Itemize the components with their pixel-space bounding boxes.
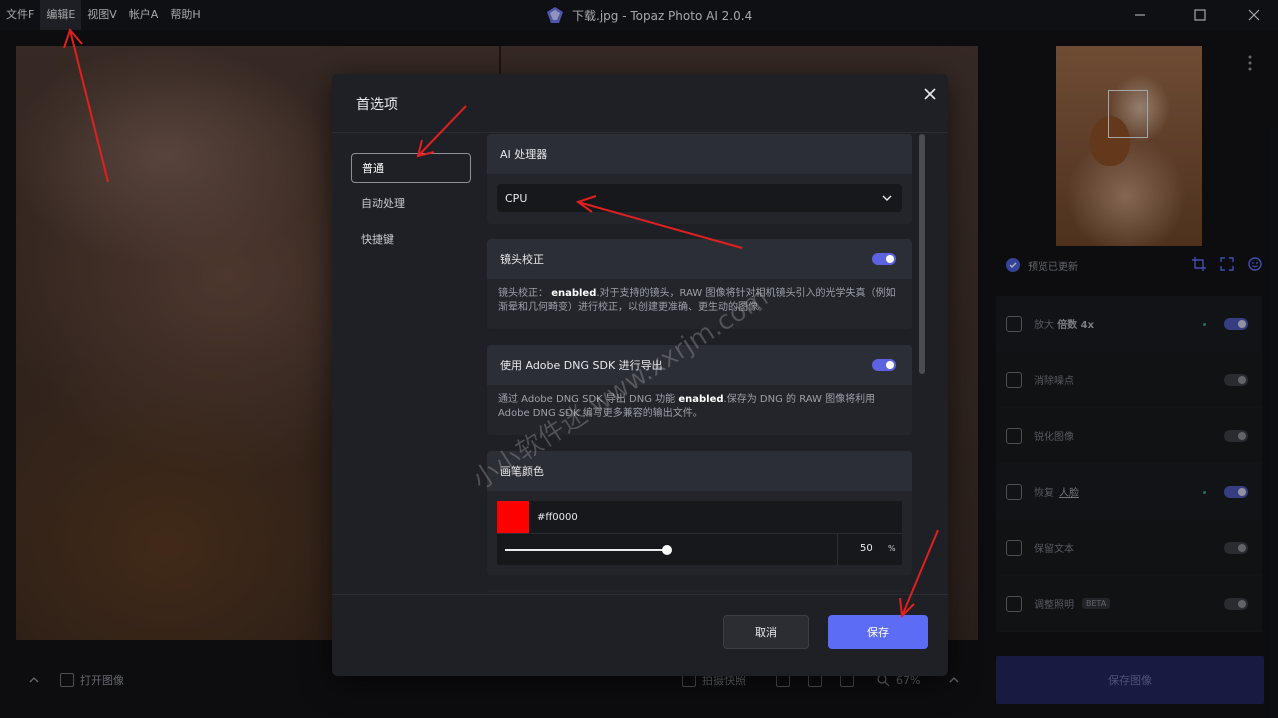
- dialog-title: 首选项: [356, 97, 398, 113]
- preferences-dialog: 首选项 普通 自动处理 快捷键 AI 处理器 CPU 镜头校正 镜头校正： en…: [332, 74, 948, 676]
- nav-shortcuts[interactable]: 快捷键: [351, 225, 471, 255]
- cancel-button[interactable]: 取消: [723, 615, 809, 649]
- ai-processor-select[interactable]: CPU: [497, 184, 902, 212]
- lens-correction-toggle[interactable]: [872, 253, 896, 265]
- slider-divider: [837, 534, 838, 566]
- lens-correction-card: 镜头校正 镜头校正： enabled.对于支持的镜头，RAW 图像将针对相机镜头…: [487, 239, 912, 329]
- nav-general[interactable]: 普通: [351, 153, 471, 183]
- brush-color-row: #ff0000: [497, 501, 902, 533]
- lens-correction-heading: 镜头校正: [500, 253, 544, 266]
- preferences-nav: 普通 自动处理 快捷键: [351, 153, 471, 261]
- lens-correction-description: 镜头校正： enabled.对于支持的镜头，RAW 图像将针对相机镜头引入的光学…: [487, 279, 912, 325]
- brush-color-hex[interactable]: #ff0000: [537, 512, 578, 523]
- preferences-content: AI 处理器 CPU 镜头校正 镜头校正： enabled.对于支持的镜头，RA…: [487, 132, 927, 592]
- brush-color-card: 画笔颜色 #ff0000 50 %: [487, 451, 912, 575]
- brush-opacity-row: 50 %: [497, 533, 902, 566]
- ai-processor-card: AI 处理器 CPU: [487, 134, 912, 224]
- chevron-down-icon: [882, 195, 892, 201]
- opacity-unit: %: [888, 544, 896, 553]
- brush-color-swatch[interactable]: [497, 501, 529, 533]
- lens-desc-prefix: 镜头校正：: [498, 288, 548, 299]
- opacity-slider-track[interactable]: [505, 549, 667, 551]
- ai-processor-value: CPU: [505, 191, 528, 205]
- dng-sdk-description: 通过 Adobe DNG SDK 导出 DNG 功能 enabled.保存为 D…: [487, 385, 912, 431]
- next-setting-card: [487, 590, 912, 592]
- opacity-value[interactable]: 50: [860, 543, 873, 554]
- footer-divider: [332, 594, 948, 595]
- nav-autopilot[interactable]: 自动处理: [351, 189, 471, 219]
- dng-sdk-toggle[interactable]: [872, 359, 896, 371]
- dng-desc-prefix: 通过 Adobe DNG SDK 导出 DNG 功能: [498, 394, 679, 405]
- save-button[interactable]: 保存: [828, 615, 928, 649]
- ai-processor-heading: AI 处理器: [487, 134, 912, 174]
- brush-color-heading: 画笔颜色: [487, 451, 912, 491]
- content-scrollbar[interactable]: [919, 134, 925, 374]
- dialog-close-icon[interactable]: [920, 84, 940, 104]
- dng-desc-state: enabled: [678, 394, 724, 405]
- lens-desc-state: enabled: [551, 288, 597, 299]
- dng-sdk-card: 使用 Adobe DNG SDK 进行导出 通过 Adobe DNG SDK 导…: [487, 345, 912, 435]
- opacity-slider-thumb[interactable]: [662, 545, 672, 555]
- dng-sdk-heading: 使用 Adobe DNG SDK 进行导出: [500, 359, 663, 372]
